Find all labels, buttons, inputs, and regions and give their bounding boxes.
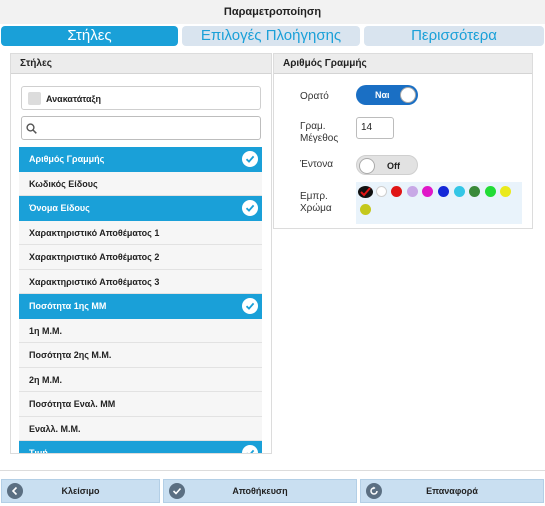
check-icon bbox=[169, 483, 185, 499]
color-swatch[interactable] bbox=[453, 186, 465, 197]
color-swatch[interactable] bbox=[422, 186, 434, 197]
footer-divider bbox=[0, 470, 545, 471]
close-button-label: Κλείσιμο bbox=[61, 486, 100, 496]
column-list-item[interactable]: Όνομα Είδους bbox=[19, 196, 262, 221]
column-list-item-label: Ποσότητα 2ης Μ.Μ. bbox=[29, 350, 112, 360]
checkmark-icon bbox=[242, 445, 258, 453]
column-list-item[interactable]: 1η Μ.Μ. bbox=[19, 318, 262, 343]
color-label-line1: Εμπρ. bbox=[300, 191, 328, 202]
checkmark-icon bbox=[242, 151, 258, 167]
color-swatch[interactable] bbox=[406, 186, 418, 197]
columns-list: Αριθμός Γραμμής Κωδικός Είδους Όνομα Είδου… bbox=[19, 147, 262, 454]
column-list-item[interactable]: Κωδικός Είδους bbox=[19, 171, 262, 196]
column-list-item-label: Αριθμός Γραμμής bbox=[29, 154, 105, 164]
save-button[interactable]: Αποθήκευση bbox=[163, 479, 357, 503]
search-input[interactable] bbox=[21, 116, 261, 140]
toggle-knob bbox=[400, 87, 416, 103]
refresh-icon bbox=[366, 483, 382, 499]
selected-check-icon bbox=[360, 187, 371, 197]
column-list-item-label: Χαρακτηριστικό Αποθέματος 2 bbox=[29, 252, 160, 262]
column-list-item-label: Τιμή bbox=[29, 448, 48, 454]
visible-label: Ορατό bbox=[300, 91, 329, 102]
window-title: Παραμετροποίηση bbox=[0, 0, 545, 24]
visible-toggle[interactable]: Ναι bbox=[356, 85, 418, 105]
reorder-checkbox[interactable]: Ανακατάταξη bbox=[21, 86, 261, 110]
color-swatch[interactable] bbox=[469, 186, 481, 197]
column-list-item-label: Εναλλ. Μ.Μ. bbox=[29, 423, 81, 434]
reset-button-label: Επαναφορά bbox=[426, 486, 478, 496]
bold-toggle[interactable]: Off bbox=[356, 155, 418, 175]
size-label-line1: Γραμ. bbox=[300, 121, 326, 132]
tab-columns[interactable]: Στήλες bbox=[1, 26, 178, 46]
column-list-item[interactable]: Ποσότητα 2ης Μ.Μ. bbox=[19, 343, 262, 368]
column-list-item[interactable]: Αριθμός Γραμμής bbox=[19, 147, 262, 172]
bold-toggle-text: Off bbox=[387, 161, 400, 171]
close-button[interactable]: Κλείσιμο bbox=[1, 479, 160, 503]
column-list-item[interactable]: Χαρακτηριστικό Αποθέματος 3 bbox=[19, 269, 262, 294]
column-list-item-label: Όνομα Είδους bbox=[29, 203, 90, 213]
color-swatch[interactable] bbox=[358, 186, 373, 198]
toggle-knob bbox=[359, 158, 375, 174]
color-label-line2: Χρώμα bbox=[300, 203, 332, 214]
tab-more[interactable]: Περισσότερα bbox=[364, 26, 544, 46]
properties-panel-header: Αριθμός Γραμμής bbox=[274, 54, 532, 74]
color-swatch[interactable] bbox=[500, 186, 512, 197]
color-swatch[interactable] bbox=[438, 186, 449, 197]
columns-panel-header: Στήλες bbox=[11, 54, 271, 74]
checkmark-icon bbox=[242, 200, 258, 216]
column-list-item-label: Κωδικός Είδους bbox=[29, 178, 98, 189]
column-properties-panel: Αριθμός Γραμμής Ορατό Ναι Γραμ. Μέγεθος … bbox=[273, 53, 533, 229]
tab-bar: Στήλες Επιλογές Πλοήγησης Περισσότερα bbox=[0, 26, 545, 48]
column-list-item-label: 2η Μ.Μ. bbox=[29, 374, 62, 385]
size-label-line2: Μέγεθος bbox=[300, 133, 339, 144]
column-list-item[interactable]: Ποσότητα Εναλ. ΜΜ bbox=[19, 392, 262, 417]
bold-label: Έντονα bbox=[300, 159, 333, 170]
visible-toggle-text: Ναι bbox=[375, 90, 390, 100]
color-swatch[interactable] bbox=[360, 204, 371, 215]
column-list-item-label: 1η Μ.Μ. bbox=[29, 325, 62, 336]
color-swatch[interactable] bbox=[484, 186, 496, 197]
column-list-item-label: Χαρακτηριστικό Αποθέματος 1 bbox=[29, 227, 160, 238]
column-list-item[interactable]: Χαρακτηριστικό Αποθέματος 2 bbox=[19, 245, 262, 270]
color-swatch[interactable] bbox=[375, 186, 387, 197]
checkmark-icon bbox=[242, 298, 258, 314]
column-list-item[interactable]: Ποσότητα 1ης ΜΜ bbox=[19, 294, 262, 319]
columns-panel: Στήλες Ανακατάταξη Αριθμός Γραμμής Κωδικό… bbox=[10, 53, 272, 454]
column-list-item-label: Ποσότητα 1ης ΜΜ bbox=[29, 301, 107, 311]
search-icon bbox=[26, 123, 37, 134]
tab-navigation-options[interactable]: Επιλογές Πλοήγησης bbox=[182, 26, 360, 46]
column-list-item[interactable]: Χαρακτηριστικό Αποθέματος 1 bbox=[19, 220, 262, 245]
save-button-label: Αποθήκευση bbox=[232, 486, 288, 496]
column-list-item[interactable]: 2η Μ.Μ. bbox=[19, 367, 262, 392]
column-list-item-label: Ποσότητα Εναλ. ΜΜ bbox=[29, 399, 116, 409]
column-list-item[interactable]: Τιμή bbox=[19, 441, 262, 454]
column-list-item[interactable]: Εναλλ. Μ.Μ. bbox=[19, 416, 262, 441]
color-palette bbox=[356, 182, 522, 224]
checkbox-box[interactable] bbox=[28, 92, 41, 105]
font-size-input[interactable]: 14 bbox=[356, 117, 394, 139]
back-arrow-icon bbox=[7, 483, 23, 499]
reset-button[interactable]: Επαναφορά bbox=[360, 479, 544, 503]
reorder-label: Ανακατάταξη bbox=[46, 94, 102, 104]
color-swatch[interactable] bbox=[391, 186, 403, 197]
column-list-item-label: Χαρακτηριστικό Αποθέματος 3 bbox=[29, 276, 160, 287]
